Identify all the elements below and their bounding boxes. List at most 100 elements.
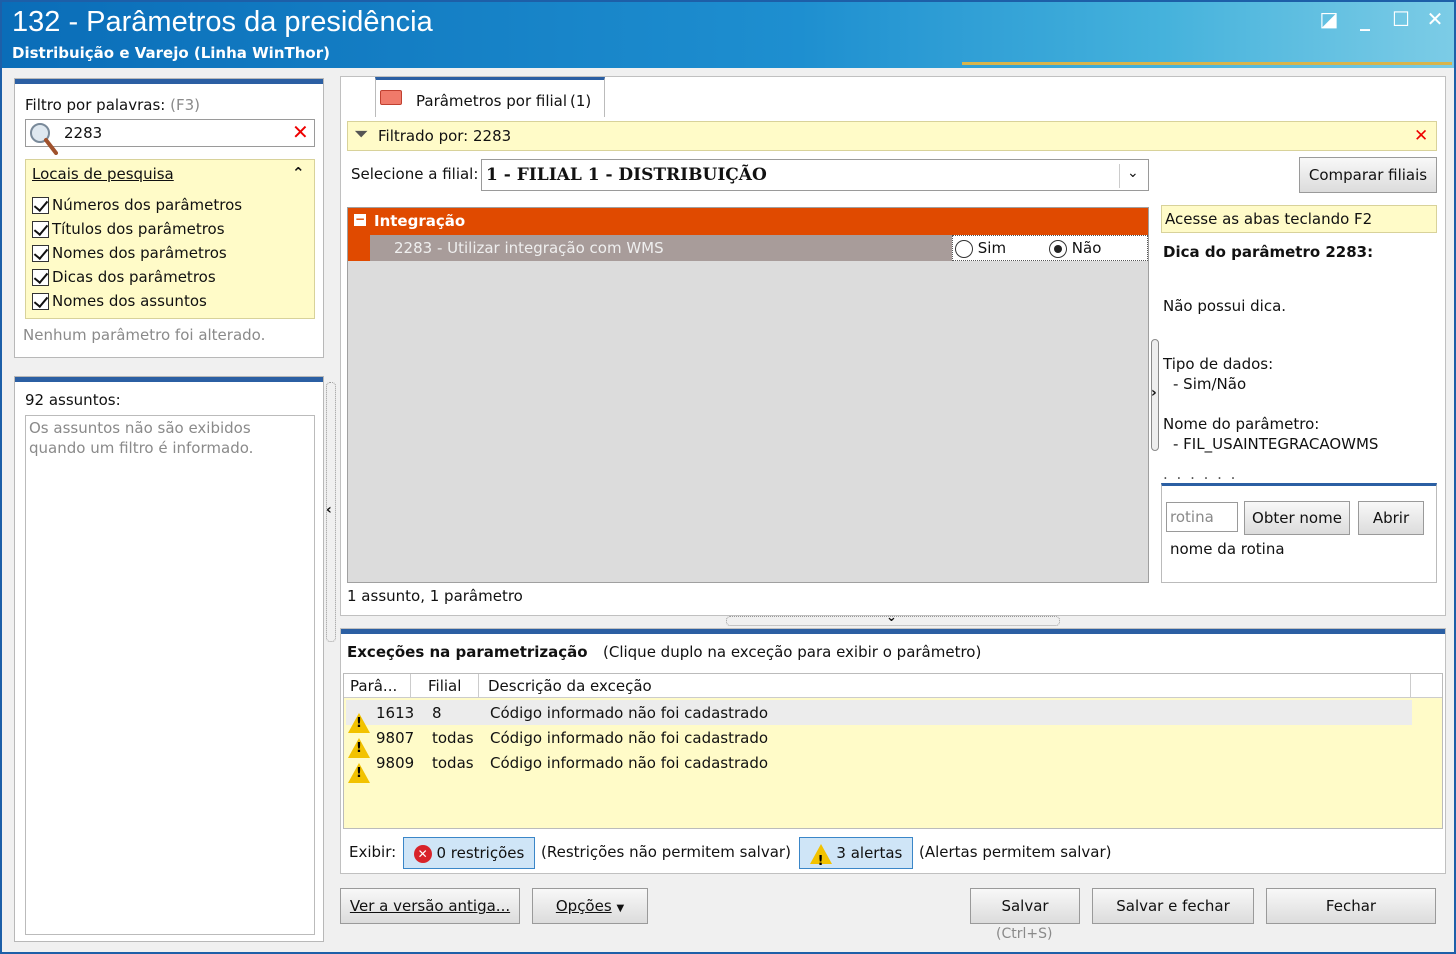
search-locations-title: Locais de pesquisa — [32, 165, 174, 183]
checkbox-checked-icon[interactable] — [32, 220, 49, 238]
get-name-button[interactable]: Obter nome — [1244, 501, 1350, 535]
subjects-list[interactable]: Os assuntos não são exibidos quando um f… — [25, 415, 315, 935]
restrictions-button[interactable]: ✕ 0 restrições — [403, 837, 535, 869]
branch-select[interactable]: 1 - FILIAL 1 - DISTRIBUIÇÃO ⌄ — [481, 159, 1149, 191]
option-param-names[interactable]: Nomes dos parâmetros — [32, 242, 227, 264]
tab-count: (1) — [570, 92, 592, 110]
subjects-panel: 92 assuntos: Os assuntos não são exibido… — [14, 376, 324, 942]
open-button[interactable]: Abrir — [1358, 501, 1424, 535]
column-description[interactable]: Descrição da exceção — [488, 677, 652, 695]
exceptions-table: Parâ... Filial Descrição da exceção 1613… — [343, 673, 1443, 829]
filtered-label: Filtrado por: 2283 — [378, 127, 512, 145]
compare-branches-button[interactable]: Comparar filiais — [1299, 157, 1437, 193]
option-param-numbers[interactable]: Números dos parâmetros — [32, 194, 242, 216]
tabs-hint-text: Acesse as abas teclando F2 — [1165, 210, 1373, 228]
collapse-down-icon[interactable]: ⌄ — [886, 610, 897, 625]
tab-params-by-branch[interactable]: Parâmetros por filial (1) — [375, 77, 605, 117]
restrictions-note: (Restrições não permitem salvar) — [541, 843, 791, 861]
checkbox-checked-icon[interactable] — [32, 268, 49, 286]
clear-filtered-icon[interactable]: ✕ — [1414, 126, 1428, 146]
search-input-value: 2283 — [64, 124, 103, 142]
param-row-title-bg: 2283 - Utilizar integração com WMS — [370, 235, 952, 261]
param-name-value: - FIL_USAINTEGRACAOWMS — [1173, 435, 1379, 453]
save-and-close-button[interactable]: Salvar e fechar — [1092, 888, 1254, 924]
group-integration[interactable]: − Integração — [348, 208, 1148, 235]
chevron-down-icon[interactable]: ⌄ — [1127, 165, 1139, 181]
filter-label: Filtro por palavras: (F3) — [25, 96, 200, 114]
exceptions-title: Exceções na parametrização — [347, 643, 588, 661]
option-label: Títulos dos parâmetros — [52, 220, 225, 238]
radio-selected-icon[interactable] — [1049, 239, 1067, 258]
clear-filter-icon[interactable]: ✕ — [292, 120, 309, 144]
checkbox-checked-icon[interactable] — [32, 292, 49, 310]
restore-window-icon[interactable]: ◪ — [1314, 6, 1344, 32]
collapse-icon[interactable]: ⌃ — [292, 164, 305, 182]
table-row[interactable]: 1613 8 Código informado não foi cadastra… — [346, 700, 1412, 733]
table-row[interactable]: 9809 todas Código informado não foi cada… — [346, 750, 1412, 783]
cell-description: Código informado não foi cadastrado — [490, 703, 769, 722]
warning-icon — [809, 843, 832, 877]
maximize-button[interactable]: ☐ — [1386, 6, 1416, 32]
tab-label: Parâmetros por filial — [416, 92, 568, 110]
alerts-note: (Alertas permitem salvar) — [919, 843, 1112, 861]
magnifier-icon — [30, 123, 58, 155]
radio-unselected-icon[interactable] — [955, 239, 973, 258]
alerts-button-label: 3 alertas — [836, 844, 903, 862]
branch-label: Selecione a filial: — [351, 165, 479, 183]
warning-icon — [348, 762, 370, 783]
option-subject-names[interactable]: Nomes dos assuntos — [32, 290, 207, 312]
routine-input[interactable]: rotina — [1166, 502, 1238, 532]
panel-accent-bar — [15, 377, 323, 382]
parameters-area: Parâmetros por filial (1) ⏷ Filtrado por… — [340, 76, 1446, 616]
select-divider — [1119, 164, 1120, 188]
save-button[interactable]: Salvar — [970, 888, 1080, 924]
alerts-button[interactable]: 3 alertas — [799, 837, 913, 877]
cell-branch: todas — [432, 728, 474, 747]
tabs-hint: Acesse as abas teclando F2 — [1161, 205, 1437, 233]
panel-accent-bar — [341, 629, 1445, 634]
param-row-2283[interactable]: 2283 - Utilizar integração com WMS Sim N… — [348, 235, 1148, 261]
close-window-button[interactable]: ✕ — [1420, 6, 1450, 32]
window-subtitle: Distribuição e Varejo (Linha WinThor) — [12, 44, 330, 62]
subjects-empty-message: Os assuntos não são exibidos quando um f… — [29, 419, 254, 457]
cell-param: 1613 — [376, 703, 415, 722]
routine-box: rotina Obter nome Abrir nome da rotina — [1161, 483, 1437, 583]
data-type-label: Tipo de dados: — [1163, 355, 1274, 373]
cell-description: Código informado não foi cadastrado — [490, 753, 769, 772]
column-divider — [478, 674, 479, 698]
main-window: 132 - Parâmetros da presidência Distribu… — [0, 0, 1456, 954]
table-row[interactable]: 9807 todas Código informado não foi cada… — [346, 725, 1412, 758]
column-param[interactable]: Parâ... — [350, 677, 397, 695]
search-locations-box: Locais de pesquisa ⌃ Números dos parâmet… — [25, 159, 315, 319]
routine-name: nome da rotina — [1170, 540, 1285, 558]
options-button[interactable]: Opções ▼ — [532, 888, 648, 924]
radio-nao[interactable]: Não — [1049, 239, 1101, 258]
group-label: Integração — [374, 212, 466, 230]
collapse-group-icon[interactable]: − — [354, 213, 366, 226]
checkbox-checked-icon[interactable] — [32, 244, 49, 262]
params-summary: 1 assunto, 1 parâmetro — [347, 587, 523, 605]
minimize-button[interactable]: _ — [1350, 6, 1380, 32]
cell-description: Código informado não foi cadastrado — [490, 728, 769, 747]
old-version-button[interactable]: Ver a versão antiga... — [340, 888, 520, 924]
filtered-bar: ⏷ Filtrado por: 2283 ✕ — [347, 121, 1437, 151]
window-title: 132 - Parâmetros da presidência — [12, 6, 433, 38]
option-param-tips[interactable]: Dicas dos parâmetros — [32, 266, 216, 288]
filter-panel: Filtro por palavras: (F3) 2283 ✕ Locais … — [14, 78, 324, 358]
checkbox-checked-icon[interactable] — [32, 196, 49, 214]
title-accent-line — [962, 62, 1452, 65]
close-button[interactable]: Fechar — [1266, 888, 1436, 924]
dropdown-arrow-icon: ▼ — [616, 903, 625, 914]
column-branch[interactable]: Filial — [428, 677, 461, 695]
cell-branch: todas — [432, 753, 474, 772]
search-input[interactable]: 2283 ✕ — [25, 119, 315, 155]
collapse-left-icon[interactable]: ‹ — [326, 502, 332, 518]
tip-text: Não possui dica. — [1163, 297, 1287, 315]
cell-branch: 8 — [432, 703, 442, 722]
tip-title: Dica do parâmetro 2283: — [1163, 243, 1374, 261]
folder-icon — [380, 90, 402, 105]
panel-accent-bar — [15, 79, 323, 84]
option-param-titles[interactable]: Títulos dos parâmetros — [32, 218, 225, 240]
radio-sim[interactable]: Sim — [955, 239, 1006, 258]
expand-right-icon[interactable]: › — [1151, 385, 1157, 401]
